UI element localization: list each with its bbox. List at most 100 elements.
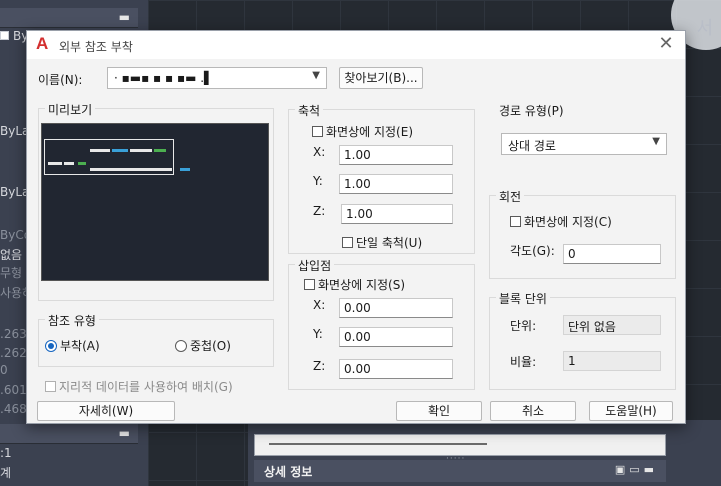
preview-mark bbox=[90, 168, 172, 171]
preview-image bbox=[41, 123, 269, 281]
preview-mark bbox=[130, 149, 152, 152]
rotation-specify-checkbox[interactable]: 화면상에 지정(C) bbox=[510, 213, 612, 230]
help-button[interactable]: 도움말(H) bbox=[589, 401, 673, 421]
scale-specify-label: 화면상에 지정(E) bbox=[326, 125, 414, 139]
prop-value: 0 bbox=[0, 363, 8, 377]
scale-label: 축척 bbox=[295, 102, 324, 119]
attach-label: 부착(A) bbox=[60, 339, 100, 353]
checkbox-box-icon bbox=[45, 381, 56, 392]
insertion-x-input[interactable]: 0.00 bbox=[339, 298, 453, 318]
preview-mark bbox=[78, 162, 86, 165]
cancel-button[interactable]: 취소 bbox=[490, 401, 576, 421]
checkbox-box-icon bbox=[304, 279, 315, 290]
prop-value: .6013 bbox=[0, 383, 26, 397]
prop-value: 사용하 bbox=[0, 286, 26, 300]
overlay-radio[interactable]: 중첩(O) bbox=[175, 337, 231, 354]
block-unit-group: 블록 단위 bbox=[489, 290, 676, 390]
prop-value: 없음 bbox=[0, 248, 23, 262]
ratio-label: 비율: bbox=[510, 355, 537, 369]
attach-xref-dialog: A 외부 참조 부착 ✕ 이름(N): · ▪▬▪ ▪ ▪ ▪▬ .▌ ▼ 찾아… bbox=[26, 30, 686, 424]
scale-y-label: Y: bbox=[313, 174, 323, 188]
scale-x-label: X: bbox=[313, 145, 326, 159]
palette-divider bbox=[269, 443, 487, 445]
scale-specify-checkbox[interactable]: 화면상에 지정(E) bbox=[312, 123, 413, 140]
rotation-specify-label: 화면상에 지정(C) bbox=[524, 215, 612, 229]
browse-button[interactable]: 찾아보기(B)... bbox=[339, 67, 423, 89]
autocad-logo-icon: A bbox=[36, 34, 49, 53]
geo-data-label: 지리적 데이터를 사용하여 배치(G) bbox=[59, 380, 233, 394]
insertion-z-label: Z: bbox=[313, 359, 326, 373]
close-icon[interactable]: ✕ bbox=[655, 34, 677, 56]
insertion-point-label: 삽입점 bbox=[295, 257, 335, 274]
dialog-titlebar[interactable]: A 외부 참조 부착 ✕ bbox=[27, 31, 685, 59]
prop-value: ByCol bbox=[0, 228, 26, 242]
preview-mark bbox=[90, 149, 110, 152]
insertion-y-label: Y: bbox=[313, 327, 323, 341]
insertion-z-input[interactable]: 0.00 bbox=[339, 359, 453, 379]
viewcube-label: 서 bbox=[696, 18, 713, 39]
panel-checkbox[interactable] bbox=[0, 31, 9, 40]
details-panel-header: 상세 정보 ▣▭▬ bbox=[254, 460, 666, 482]
prop-value: .2630 bbox=[0, 327, 26, 341]
dialog-title: 외부 참조 부착 bbox=[59, 40, 133, 54]
scale-x-input[interactable]: 1.00 bbox=[339, 145, 453, 165]
checkbox-box-icon bbox=[510, 216, 521, 227]
prop-value: .4685 bbox=[0, 402, 26, 416]
path-type-label: 경로 유형(P) bbox=[496, 102, 567, 119]
preview-label: 미리보기 bbox=[45, 101, 96, 118]
block-unit-label: 블록 단위 bbox=[496, 290, 550, 307]
insertion-y-input[interactable]: 0.00 bbox=[339, 327, 453, 347]
scale-y-input[interactable]: 1.00 bbox=[339, 174, 453, 194]
minimize-icon[interactable]: ▬ bbox=[119, 426, 130, 440]
prop-value: ByLay bbox=[0, 185, 26, 199]
properties-panel-header: ▬ bbox=[0, 8, 138, 28]
checkbox-box-icon bbox=[342, 237, 353, 248]
preview-mark bbox=[180, 168, 190, 171]
unit-label: 단위: bbox=[510, 319, 537, 333]
details-title: 상세 정보 bbox=[264, 465, 313, 479]
prop-value: ByLay bbox=[0, 124, 26, 138]
angle-input[interactable]: 0 bbox=[563, 244, 661, 264]
scale-z-label: Z: bbox=[313, 204, 326, 218]
bottom-palette: ····· 상세 정보 ▣▭▬ bbox=[248, 420, 721, 486]
insertion-specify-label: 화면상에 지정(S) bbox=[318, 278, 406, 292]
chevron-down-icon: ▼ bbox=[312, 70, 320, 81]
unit-value: 단위 없음 bbox=[563, 315, 661, 335]
uniform-scale-checkbox[interactable]: 단일 축척(U) bbox=[342, 234, 422, 251]
preview-mark bbox=[48, 162, 62, 165]
panel-icons[interactable]: ▣▭▬ bbox=[615, 463, 658, 476]
prop-value: 무형 bbox=[0, 266, 23, 280]
geo-data-checkbox[interactable]: 지리적 데이터를 사용하여 배치(G) bbox=[45, 378, 233, 395]
preview-mark bbox=[154, 149, 166, 152]
scale-z-input[interactable]: 1.00 bbox=[341, 204, 453, 224]
palette-strip bbox=[254, 434, 666, 456]
overlay-label: 중첩(O) bbox=[190, 339, 231, 353]
path-type-value: 상대 경로 bbox=[508, 139, 556, 153]
prop-value: .2620 bbox=[0, 346, 26, 360]
prop-value: :1 bbox=[0, 446, 12, 460]
insertion-specify-checkbox[interactable]: 화면상에 지정(S) bbox=[304, 276, 405, 293]
ok-button[interactable]: 확인 bbox=[396, 401, 482, 421]
radio-dot-icon bbox=[175, 339, 187, 352]
attach-radio[interactable]: 부착(A) bbox=[45, 337, 100, 354]
rotation-label: 회전 bbox=[496, 188, 525, 205]
name-dropdown[interactable]: · ▪▬▪ ▪ ▪ ▪▬ .▌ ▼ bbox=[107, 67, 327, 89]
ratio-value: 1 bbox=[563, 351, 661, 371]
reference-type-label: 참조 유형 bbox=[45, 312, 99, 329]
name-value: · ▪▬▪ ▪ ▪ ▪▬ .▌ bbox=[114, 71, 214, 85]
insertion-x-label: X: bbox=[313, 298, 326, 312]
panel-section-header: ▬ bbox=[0, 424, 138, 444]
prop-value: 계 bbox=[0, 466, 12, 480]
details-button[interactable]: 자세히(W) bbox=[37, 401, 175, 421]
checkbox-box-icon bbox=[312, 126, 323, 137]
name-label: 이름(N): bbox=[38, 73, 83, 87]
path-type-dropdown[interactable]: 상대 경로 ▼ bbox=[501, 133, 667, 155]
radio-dot-icon bbox=[45, 339, 57, 352]
preview-mark bbox=[64, 162, 74, 165]
angle-label: 각도(G): bbox=[510, 244, 555, 258]
chevron-down-icon: ▼ bbox=[652, 136, 660, 147]
preview-mark bbox=[112, 149, 128, 152]
rotation-group: 회전 bbox=[489, 188, 676, 279]
uniform-scale-label: 단일 축척(U) bbox=[356, 236, 423, 250]
minimize-icon[interactable]: ▬ bbox=[119, 10, 130, 24]
